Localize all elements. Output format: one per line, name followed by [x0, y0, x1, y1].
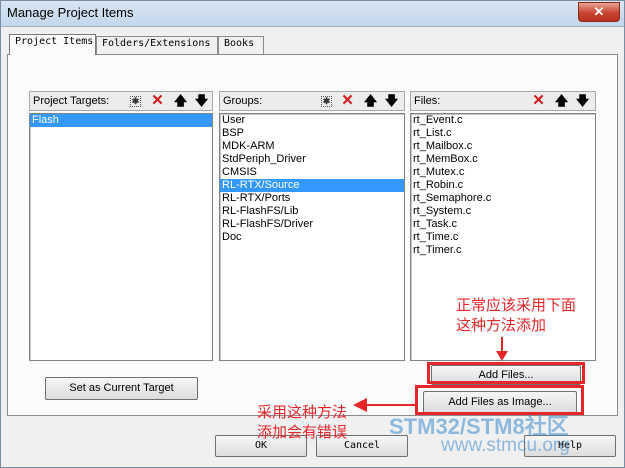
list-item[interactable]: rt_Time.c	[411, 231, 595, 244]
list-item[interactable]: RL-FlashFS/Driver	[220, 218, 404, 231]
annotation-correct-line1: 正常应该采用下面	[456, 297, 577, 314]
move-down-icon[interactable]: 🡇	[574, 93, 591, 109]
manage-project-items-dialog: Manage Project Items ✕ Project Items Fol…	[0, 0, 625, 468]
list-item[interactable]: User	[220, 114, 404, 127]
targets-label: Project Targets:	[33, 95, 110, 107]
groups-header: Groups: ✱ ✕ 🡅 🡇	[219, 91, 405, 111]
list-item[interactable]: rt_Task.c	[411, 218, 595, 231]
list-item[interactable]: Doc	[220, 231, 404, 244]
new-target-icon[interactable]: ✱	[130, 96, 141, 107]
move-up-icon[interactable]: 🡅	[553, 93, 570, 109]
list-item[interactable]: StdPeriph_Driver	[220, 153, 404, 166]
list-item[interactable]: RL-RTX/Ports	[220, 192, 404, 205]
targets-list[interactable]: Flash	[29, 113, 213, 361]
list-item[interactable]: rt_Semaphore.c	[411, 192, 595, 205]
tab-project-items[interactable]: Project Items	[9, 34, 96, 55]
files-header: Files: ✕ 🡅 🡇	[410, 91, 596, 111]
list-item[interactable]: rt_Mailbox.c	[411, 140, 595, 153]
targets-header: Project Targets: ✱ ✕ 🡅 🡇	[29, 91, 213, 111]
list-item[interactable]: rt_Mutex.c	[411, 166, 595, 179]
list-item[interactable]: CMSIS	[220, 166, 404, 179]
new-group-icon[interactable]: ✱	[321, 96, 332, 107]
move-up-icon[interactable]: 🡅	[362, 93, 379, 109]
files-label: Files:	[414, 95, 441, 107]
move-up-icon[interactable]: 🡅	[172, 93, 189, 109]
list-item[interactable]: BSP	[220, 127, 404, 140]
move-down-icon[interactable]: 🡇	[193, 93, 210, 109]
tab-books[interactable]: Books	[218, 36, 264, 54]
list-item[interactable]: MDK-ARM	[220, 140, 404, 153]
list-item[interactable]: rt_MemBox.c	[411, 153, 595, 166]
delete-file-icon[interactable]: ✕	[530, 93, 547, 109]
close-icon[interactable]: ✕	[578, 2, 620, 22]
annotation-wrong-line1: 采用这种方法	[257, 404, 348, 421]
move-down-icon[interactable]: 🡇	[383, 93, 400, 109]
list-item[interactable]: RL-RTX/Source	[220, 179, 404, 192]
list-item[interactable]: rt_System.c	[411, 205, 595, 218]
arrow-down-icon	[496, 337, 508, 361]
list-item[interactable]: RL-FlashFS/Lib	[220, 205, 404, 218]
annotation-wrong-line2: 添加会有错误	[257, 424, 348, 441]
delete-target-icon[interactable]: ✕	[149, 93, 166, 109]
delete-group-icon[interactable]: ✕	[339, 93, 356, 109]
groups-list[interactable]: User BSP MDK-ARM StdPeriph_Driver CMSIS …	[219, 113, 405, 361]
highlight-box-add-files	[427, 362, 585, 384]
list-item[interactable]: rt_Robin.c	[411, 179, 595, 192]
groups-label: Groups:	[223, 95, 263, 107]
list-item[interactable]: rt_Timer.c	[411, 244, 595, 257]
list-item[interactable]: Flash	[30, 114, 212, 127]
tab-folders-extensions[interactable]: Folders/Extensions	[96, 36, 218, 54]
title-bar: Manage Project Items ✕	[1, 1, 624, 27]
annotation-correct-line2: 这种方法添加	[456, 317, 547, 334]
list-item[interactable]: rt_List.c	[411, 127, 595, 140]
list-item[interactable]: rt_Event.c	[411, 114, 595, 127]
watermark-url: www.stmcu.org	[441, 435, 570, 456]
window-title: Manage Project Items	[7, 5, 134, 20]
set-as-current-target-button[interactable]: Set as Current Target	[45, 377, 198, 400]
